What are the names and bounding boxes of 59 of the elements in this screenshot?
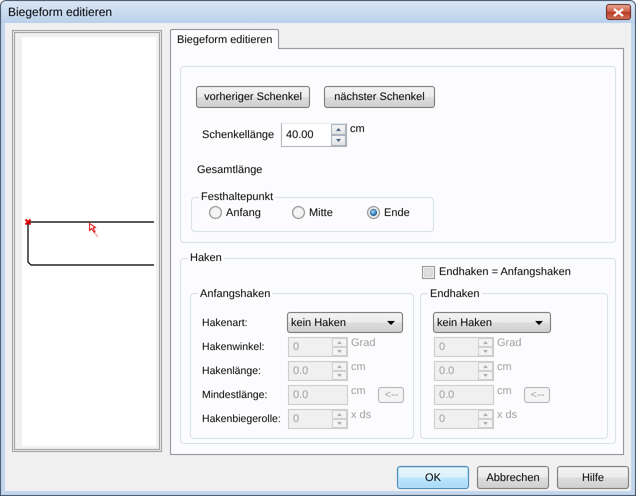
close-button[interactable] bbox=[606, 4, 631, 20]
field-label: Hakenwinkel: bbox=[202, 340, 266, 352]
start-marker-icon bbox=[24, 218, 32, 226]
hook-type-dropdown[interactable]: kein Haken bbox=[287, 312, 403, 333]
unit-label: cm bbox=[350, 123, 365, 135]
unit-label: x ds bbox=[497, 408, 518, 420]
cursor-icon bbox=[89, 222, 98, 237]
up-arrow-icon bbox=[337, 412, 342, 416]
unit-label: cm bbox=[497, 384, 512, 396]
total-length-label: Gesamtlänge bbox=[197, 164, 262, 176]
unit-label: cm bbox=[351, 360, 366, 372]
field-label: Schenkellänge bbox=[202, 129, 276, 141]
radio-label: Ende bbox=[384, 206, 410, 218]
field-label: Hakenart: bbox=[202, 316, 249, 328]
unit-label: cm bbox=[497, 360, 512, 372]
radio-label: Mitte bbox=[309, 206, 333, 218]
close-icon bbox=[613, 8, 624, 16]
window-title: Biegeform editieren bbox=[8, 5, 112, 19]
down-arrow-icon bbox=[483, 374, 488, 376]
radio-button[interactable] bbox=[367, 206, 380, 219]
radio-button[interactable] bbox=[292, 206, 305, 219]
field-label: Hakenbiegerolle: bbox=[202, 412, 282, 424]
radio-button[interactable] bbox=[209, 206, 222, 219]
previous-leg-button[interactable]: vorheriger Schenkel bbox=[196, 86, 310, 108]
down-arrow-icon bbox=[483, 422, 488, 424]
caret-icon bbox=[535, 320, 543, 324]
unit-label: Grad bbox=[497, 336, 522, 348]
field-label: Hakenlänge: bbox=[202, 364, 262, 376]
up-arrow-icon bbox=[483, 340, 488, 344]
spin-down-button[interactable] bbox=[331, 135, 346, 146]
down-arrow-icon bbox=[337, 422, 342, 424]
checkbox-label: Endhaken = Anfangshaken bbox=[439, 266, 571, 278]
group-title: Endhaken bbox=[429, 288, 481, 300]
next-leg-button[interactable]: nächster Schenkel bbox=[324, 86, 435, 108]
group-title: Anfangshaken bbox=[199, 288, 272, 300]
up-arrow-icon bbox=[483, 412, 488, 416]
dialog-button[interactable]: OK bbox=[397, 466, 469, 489]
unit-label: cm bbox=[351, 384, 366, 396]
up-arrow-icon bbox=[483, 364, 488, 368]
radio-label: Anfang bbox=[226, 206, 261, 218]
down-arrow-icon bbox=[337, 374, 342, 376]
caret-icon bbox=[387, 320, 395, 324]
group-title: Festhaltepunkt bbox=[200, 191, 274, 203]
field-label: Mindestlänge: bbox=[202, 388, 268, 400]
checkbox[interactable] bbox=[422, 266, 435, 278]
down-arrow-icon bbox=[483, 350, 488, 352]
unit-label: x ds bbox=[351, 408, 372, 420]
unit-label: Grad bbox=[351, 336, 376, 348]
up-arrow-icon bbox=[337, 340, 342, 344]
up-arrow-icon bbox=[336, 128, 341, 131]
spin-up-button[interactable] bbox=[331, 124, 346, 135]
down-arrow-icon bbox=[336, 139, 341, 142]
tab[interactable]: Biegeform editieren bbox=[170, 29, 280, 49]
group-title: Haken bbox=[189, 252, 223, 264]
dialog-button[interactable]: Abbrechen bbox=[477, 466, 549, 489]
up-arrow-icon bbox=[337, 364, 342, 368]
down-arrow-icon bbox=[337, 350, 342, 352]
dialog-button[interactable]: Hilfe bbox=[557, 466, 629, 489]
hook-type-dropdown[interactable]: kein Haken bbox=[433, 312, 551, 333]
